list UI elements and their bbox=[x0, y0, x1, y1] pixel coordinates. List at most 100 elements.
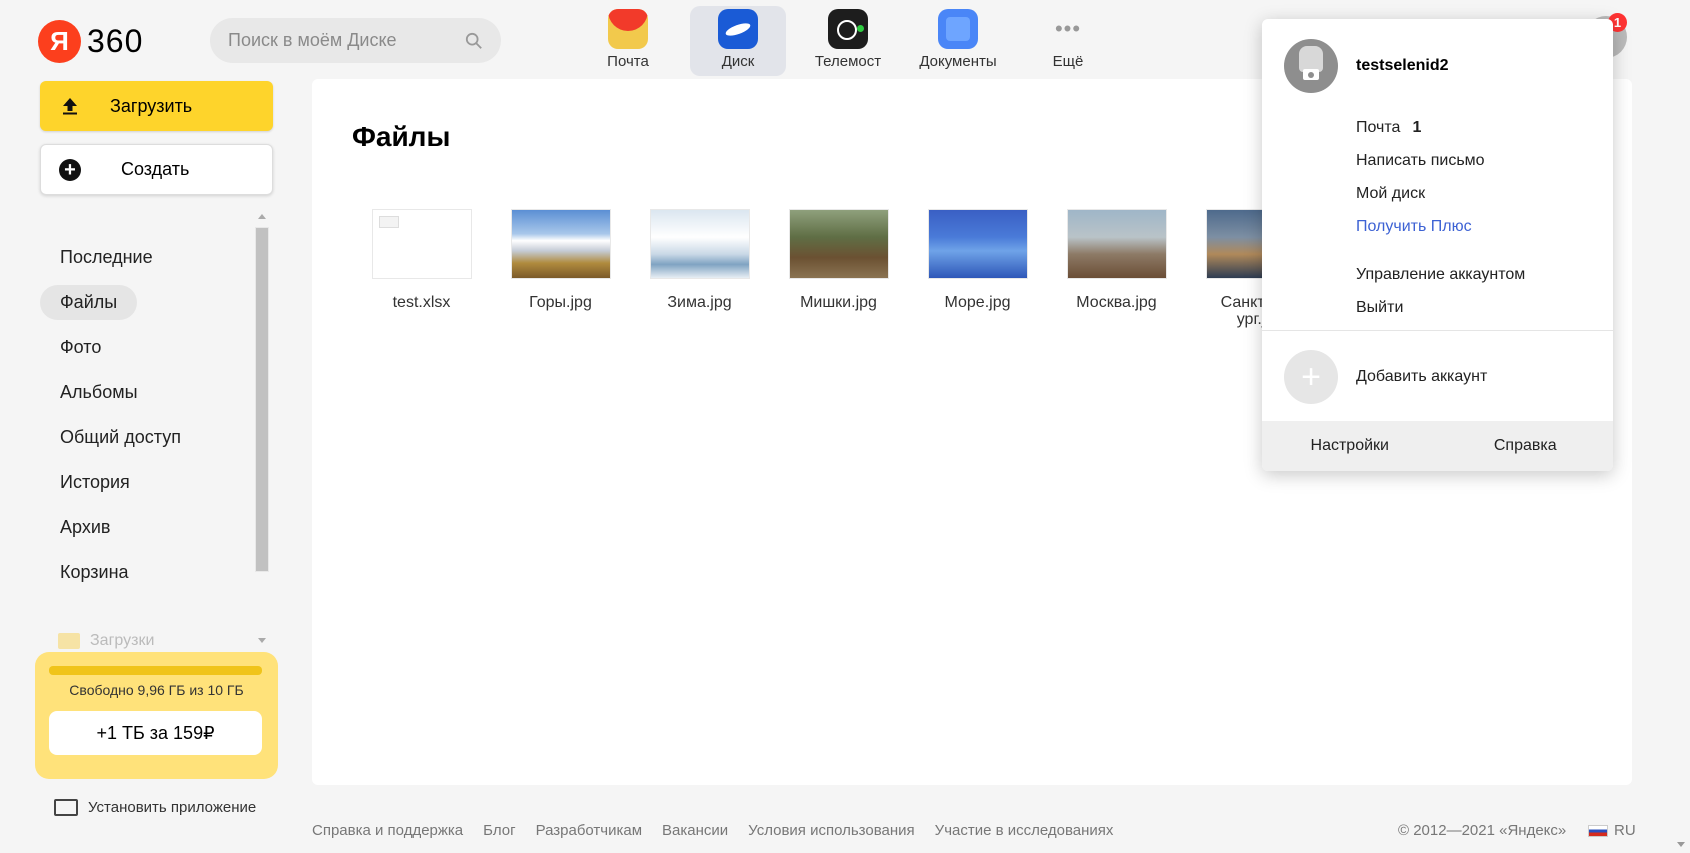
search-input[interactable]: Поиск в моём Диске bbox=[210, 18, 501, 63]
menu-item-get-plus[interactable]: Получить Плюс bbox=[1356, 210, 1525, 243]
image-thumbnail bbox=[649, 209, 750, 279]
footer-link-research[interactable]: Участие в исследованиях bbox=[935, 822, 1114, 839]
folder-icon bbox=[58, 633, 80, 649]
devices-icon bbox=[54, 799, 78, 816]
account-menu: testselenid2 Почта 1 Написать письмо Мой… bbox=[1262, 19, 1613, 471]
services-bar: Почта Диск Телемост Документы ••• Ещё bbox=[580, 6, 1130, 76]
footer-link-terms[interactable]: Условия использования bbox=[748, 822, 915, 839]
russian-flag-icon bbox=[1588, 824, 1608, 837]
app-more[interactable]: ••• Ещё bbox=[1020, 6, 1116, 76]
file-name: Море.jpg bbox=[944, 294, 1011, 311]
account-menu-footer: Настройки Справка bbox=[1262, 421, 1613, 471]
yandex-360-logo[interactable]: Я 360 bbox=[38, 20, 143, 63]
sidebar-item-albums[interactable]: Альбомы bbox=[40, 375, 158, 410]
file-name: Горы.jpg bbox=[529, 294, 592, 311]
sidebar-scrollbar[interactable] bbox=[255, 212, 269, 645]
create-label: Создать bbox=[121, 159, 190, 179]
footer-link-developers[interactable]: Разработчикам bbox=[536, 822, 642, 839]
sidebar-item-photo[interactable]: Фото bbox=[40, 330, 121, 365]
plus-icon: + bbox=[59, 158, 81, 181]
app-label: Почта bbox=[607, 53, 649, 70]
sidebar-nav: Последние Файлы Фото Альбомы Общий досту… bbox=[40, 240, 250, 600]
sidebar-folder-downloads[interactable]: Загрузки bbox=[58, 632, 154, 650]
app-telemost[interactable]: Телемост bbox=[800, 6, 896, 76]
file-item[interactable]: Горы.jpg bbox=[491, 209, 630, 328]
add-account-button[interactable]: + Добавить аккаунт bbox=[1284, 350, 1487, 404]
menu-gap bbox=[1356, 243, 1525, 258]
menu-divider bbox=[1262, 330, 1613, 331]
install-app-link[interactable]: Установить приложение bbox=[54, 799, 256, 816]
page-scrollbar[interactable] bbox=[1672, 0, 1690, 853]
file-name: Зима.jpg bbox=[667, 294, 732, 311]
yandex-logo-icon: Я bbox=[38, 20, 81, 63]
upload-icon bbox=[63, 98, 77, 115]
footer-links: Справка и поддержка Блог Разработчикам В… bbox=[312, 822, 1133, 839]
footer-link-jobs[interactable]: Вакансии bbox=[662, 822, 728, 839]
spreadsheet-thumbnail bbox=[371, 209, 472, 279]
menu-item-logout[interactable]: Выйти bbox=[1356, 291, 1525, 324]
create-button[interactable]: + Создать bbox=[40, 144, 273, 195]
app-label: Документы bbox=[919, 53, 997, 70]
image-thumbnail bbox=[510, 209, 611, 279]
folder-label: Загрузки bbox=[90, 632, 155, 649]
mail-count: 1 bbox=[1412, 118, 1422, 136]
sidebar-item-files[interactable]: Файлы bbox=[40, 285, 138, 320]
page-title: Файлы bbox=[352, 121, 451, 152]
plus-icon: + bbox=[1284, 350, 1338, 404]
file-grid: test.xlsx Горы.jpg Зима.jpg Мишки.jpg Мо… bbox=[352, 209, 1325, 328]
account-username: testselenid2 bbox=[1356, 57, 1449, 74]
install-label: Установить приложение bbox=[88, 799, 257, 816]
footer-link-blog[interactable]: Блог bbox=[483, 822, 515, 839]
buy-storage-button[interactable]: +1 ТБ за 159₽ bbox=[49, 711, 262, 755]
app-mail[interactable]: Почта bbox=[580, 6, 676, 76]
camera-icon bbox=[1303, 69, 1319, 80]
copyright: © 2012—2021 «Яндекс» bbox=[1398, 822, 1567, 839]
menu-item-write-letter[interactable]: Написать письмо bbox=[1356, 144, 1525, 177]
scrollbar-thumb[interactable] bbox=[255, 227, 269, 572]
sidebar-item-recent[interactable]: Последние bbox=[40, 240, 173, 275]
account-avatar[interactable] bbox=[1284, 39, 1338, 93]
footer-link-help[interactable]: Справка и поддержка bbox=[312, 822, 463, 839]
app-label: Диск bbox=[721, 53, 755, 70]
mail-icon bbox=[608, 9, 648, 49]
file-name: test.xlsx bbox=[392, 294, 451, 311]
help-link[interactable]: Справка bbox=[1438, 437, 1614, 455]
app-documents[interactable]: Документы bbox=[910, 6, 1006, 76]
sidebar-item-trash[interactable]: Корзина bbox=[40, 555, 149, 590]
storage-widget: Свободно 9,96 ГБ из 10 ГБ +1 ТБ за 159₽ bbox=[35, 652, 278, 779]
search-icon[interactable] bbox=[465, 32, 483, 50]
file-item[interactable]: Мишки.jpg bbox=[769, 209, 908, 328]
image-thumbnail bbox=[1066, 209, 1167, 279]
sidebar-item-shared[interactable]: Общий доступ bbox=[40, 420, 201, 455]
app-disk[interactable]: Диск bbox=[690, 6, 786, 76]
storage-text: Свободно 9,96 ГБ из 10 ГБ bbox=[69, 682, 244, 698]
file-item[interactable]: Море.jpg bbox=[908, 209, 1047, 328]
file-item[interactable]: Зима.jpg bbox=[630, 209, 769, 328]
menu-item-my-disk[interactable]: Мой диск bbox=[1356, 177, 1525, 210]
telemost-icon bbox=[828, 9, 868, 49]
image-thumbnail bbox=[788, 209, 889, 279]
documents-icon bbox=[938, 9, 978, 49]
settings-link[interactable]: Настройки bbox=[1262, 437, 1438, 455]
scroll-down-arrow-icon[interactable] bbox=[1677, 842, 1685, 847]
scroll-up-arrow-icon[interactable] bbox=[258, 214, 266, 219]
search-placeholder: Поиск в моём Диске bbox=[228, 30, 397, 50]
file-item[interactable]: Москва.jpg bbox=[1047, 209, 1186, 328]
language-switcher[interactable]: RU bbox=[1588, 822, 1636, 839]
app-label: Ещё bbox=[1052, 53, 1084, 70]
more-icon: ••• bbox=[1054, 16, 1082, 41]
sidebar-item-archive[interactable]: Архив bbox=[40, 510, 130, 545]
language-label: RU bbox=[1614, 822, 1636, 839]
menu-item-mail[interactable]: Почта 1 bbox=[1356, 111, 1525, 144]
file-name: Мишки.jpg bbox=[800, 294, 877, 311]
sidebar-item-history[interactable]: История bbox=[40, 465, 150, 500]
image-thumbnail bbox=[927, 209, 1028, 279]
file-name: Москва.jpg bbox=[1076, 294, 1157, 311]
menu-item-manage-account[interactable]: Управление аккаунтом bbox=[1356, 258, 1525, 291]
account-header: testselenid2 bbox=[1284, 39, 1448, 93]
logo-text: 360 bbox=[87, 23, 144, 59]
scroll-down-arrow-icon[interactable] bbox=[258, 638, 266, 643]
disk-icon bbox=[718, 9, 758, 49]
upload-button[interactable]: Загрузить bbox=[40, 81, 273, 131]
file-item[interactable]: test.xlsx bbox=[352, 209, 491, 328]
